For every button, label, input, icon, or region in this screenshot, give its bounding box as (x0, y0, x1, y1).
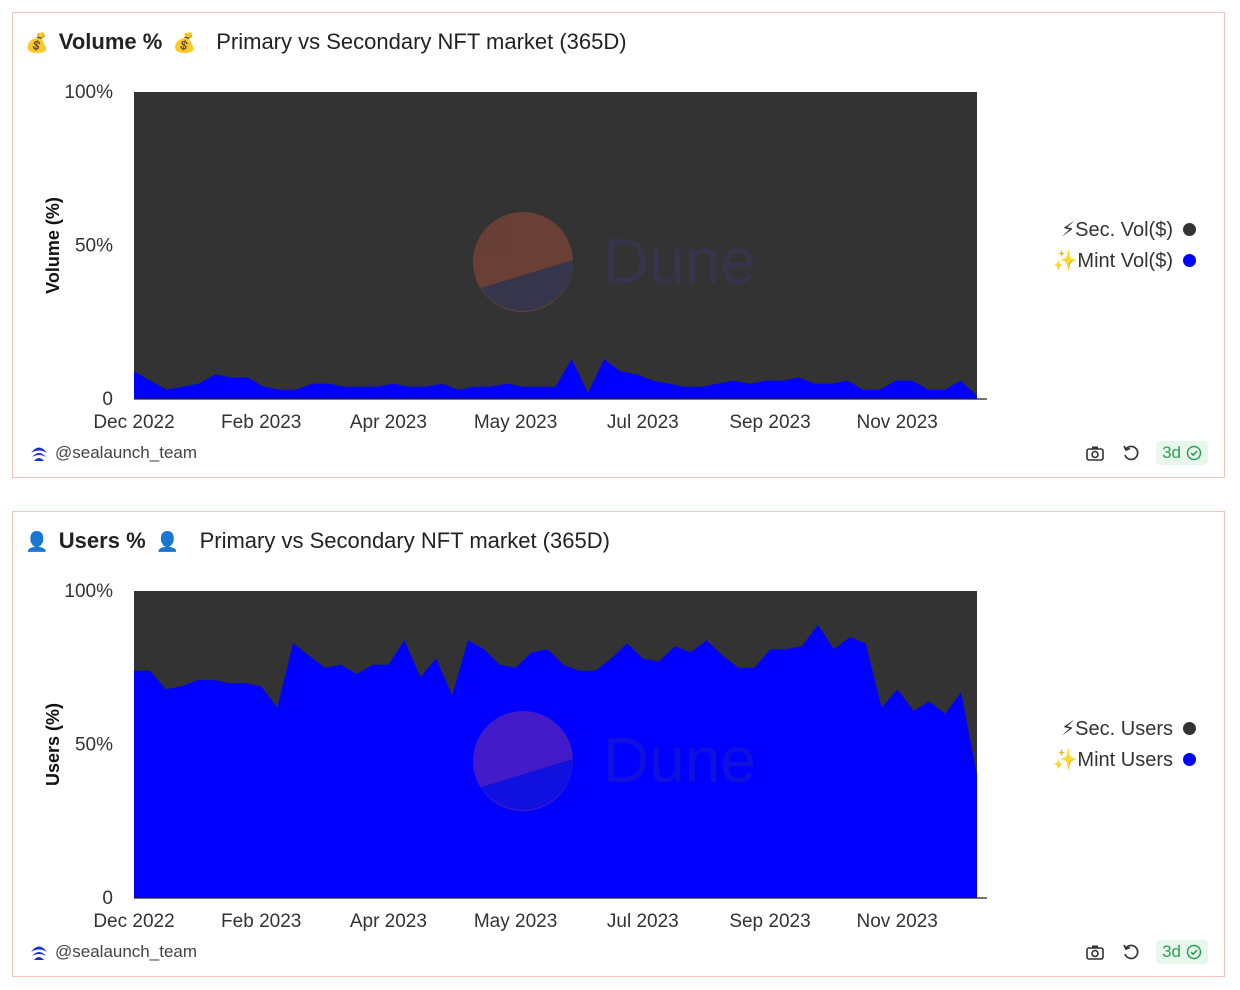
author-footer[interactable]: @sealaunch_team (29, 443, 197, 463)
legend-item-mint-users[interactable]: ✨Mint Users (1053, 744, 1196, 775)
author-name: @sealaunch_team (55, 443, 198, 462)
x-tick-label: Dec 2022 (93, 911, 174, 932)
check-circle-icon (1186, 445, 1202, 461)
users-chart-panel: 👤 Users % 👤 Primary vs Secondary NFT mar… (12, 511, 1225, 977)
sealaunch-logo-icon (31, 946, 47, 960)
chart-legend: ⚡Sec. Vol($) ✨Mint Vol($) (1052, 214, 1196, 276)
legend-label: ✨Mint Vol($) (1052, 250, 1174, 272)
x-tick-label: Apr 2023 (350, 412, 427, 433)
x-tick-label: Sep 2023 (729, 412, 810, 433)
legend-swatch (1183, 722, 1196, 735)
x-tick-label: Jul 2023 (607, 412, 679, 433)
author-footer[interactable]: @sealaunch_team (29, 942, 197, 962)
legend-item-sec-users[interactable]: ⚡Sec. Users (1053, 713, 1196, 744)
y-tick-label: 100% (64, 581, 113, 602)
watermark-text: Dune (603, 225, 756, 297)
y-tick-label: 100% (64, 82, 113, 103)
y-axis-label: Volume (%) (43, 197, 63, 294)
legend-item-mint-vol[interactable]: ✨Mint Vol($) (1052, 245, 1196, 276)
camera-icon[interactable] (1084, 941, 1106, 963)
age-text: 3d (1162, 443, 1181, 462)
freshness-badge[interactable]: 3d (1156, 441, 1208, 465)
legend-label: ✨Mint Users (1052, 749, 1173, 771)
author-name: @sealaunch_team (55, 942, 198, 961)
sealaunch-logo-icon (31, 447, 47, 461)
volume-area-chart[interactable]: Dune 100% 50% 0 Volume (%) Dec 2022 Feb 2023 Ap… (13, 13, 1226, 479)
x-tick-label: Feb 2023 (221, 911, 301, 932)
y-tick-label: 50% (75, 735, 113, 756)
watermark-text: Dune (603, 724, 756, 796)
users-area-chart[interactable]: Dune 100% 50% 0 Users (%) Dec 2022 Feb 2023 Apr… (13, 512, 1226, 978)
legend-label: ⚡Sec. Users (1061, 718, 1173, 740)
legend-swatch (1183, 223, 1196, 236)
x-tick-label: May 2023 (474, 911, 557, 932)
camera-icon[interactable] (1084, 442, 1106, 464)
x-tick-label: May 2023 (474, 412, 557, 433)
y-tick-label: 0 (102, 888, 113, 909)
legend-swatch (1183, 753, 1196, 766)
refresh-icon[interactable] (1120, 941, 1142, 963)
legend-swatch (1183, 254, 1196, 267)
y-tick-label: 50% (75, 236, 113, 257)
x-tick-label: Jul 2023 (607, 911, 679, 932)
x-tick-label: Sep 2023 (729, 911, 810, 932)
x-tick-label: Nov 2023 (857, 911, 938, 932)
x-tick-label: Apr 2023 (350, 911, 427, 932)
x-tick-label: Dec 2022 (93, 412, 174, 433)
panel-tools: 3d (1084, 940, 1208, 964)
legend-label: ⚡Sec. Vol($) (1061, 219, 1173, 241)
legend-item-sec-vol[interactable]: ⚡Sec. Vol($) (1053, 214, 1196, 245)
x-tick-label: Feb 2023 (221, 412, 301, 433)
x-tick-label: Nov 2023 (857, 412, 938, 433)
volume-chart-panel: 💰 Volume % 💰 Primary vs Secondary NFT ma… (12, 12, 1225, 478)
y-tick-label: 0 (102, 389, 113, 410)
freshness-badge[interactable]: 3d (1156, 940, 1208, 964)
check-circle-icon (1186, 944, 1202, 960)
chart-legend: ⚡Sec. Users ✨Mint Users (1053, 713, 1196, 775)
y-axis-label: Users (%) (43, 703, 63, 786)
panel-tools: 3d (1084, 441, 1208, 465)
age-text: 3d (1162, 942, 1181, 961)
refresh-icon[interactable] (1120, 442, 1142, 464)
